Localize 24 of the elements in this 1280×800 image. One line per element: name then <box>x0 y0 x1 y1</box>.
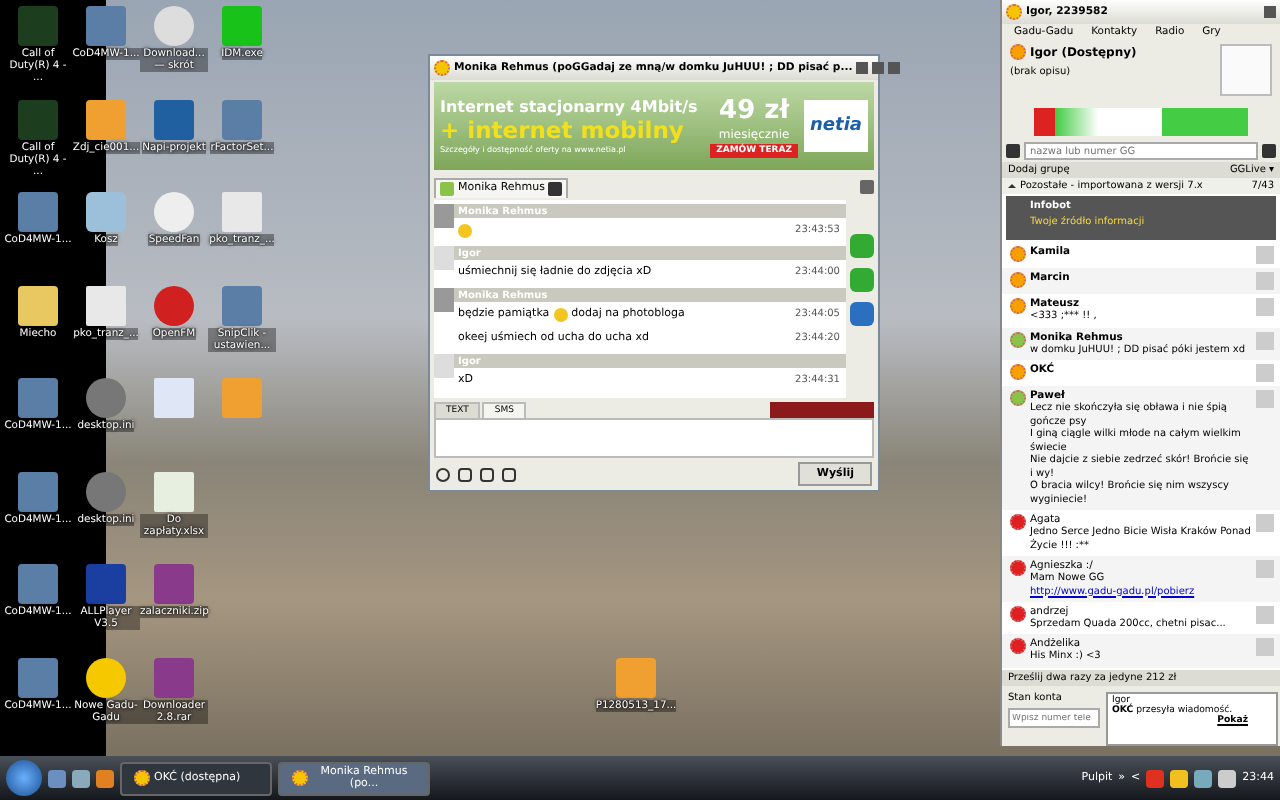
minimize-icon[interactable] <box>856 62 869 74</box>
window-icon[interactable] <box>860 180 874 194</box>
avatar-silhouette[interactable] <box>1220 44 1272 96</box>
ad-banner[interactable] <box>1034 108 1248 136</box>
sun-icon <box>1010 44 1026 60</box>
sun-icon <box>292 770 308 786</box>
status-icon <box>440 181 454 195</box>
ad-headline: Internet stacjonarny 4Mbit/s <box>440 98 700 116</box>
contact-row[interactable] <box>1002 386 1280 510</box>
maximize-icon[interactable] <box>872 62 885 74</box>
avatar-thumbnail <box>1256 514 1274 532</box>
ad-price: 49 zł <box>719 95 790 125</box>
start-button[interactable] <box>6 760 42 796</box>
emoticon-icon[interactable] <box>436 467 450 481</box>
collapse-icon <box>1008 182 1016 190</box>
close-icon[interactable] <box>548 181 563 195</box>
message-input[interactable] <box>434 418 874 458</box>
sun-icon <box>1006 4 1022 20</box>
sun-icon <box>1010 331 1026 347</box>
avatar-thumbnail <box>1256 560 1274 578</box>
sun-icon <box>134 770 150 786</box>
brand-logo: netia <box>804 100 868 152</box>
sun-icon <box>434 60 450 76</box>
ad-headline: + internet mobilny <box>440 116 686 144</box>
